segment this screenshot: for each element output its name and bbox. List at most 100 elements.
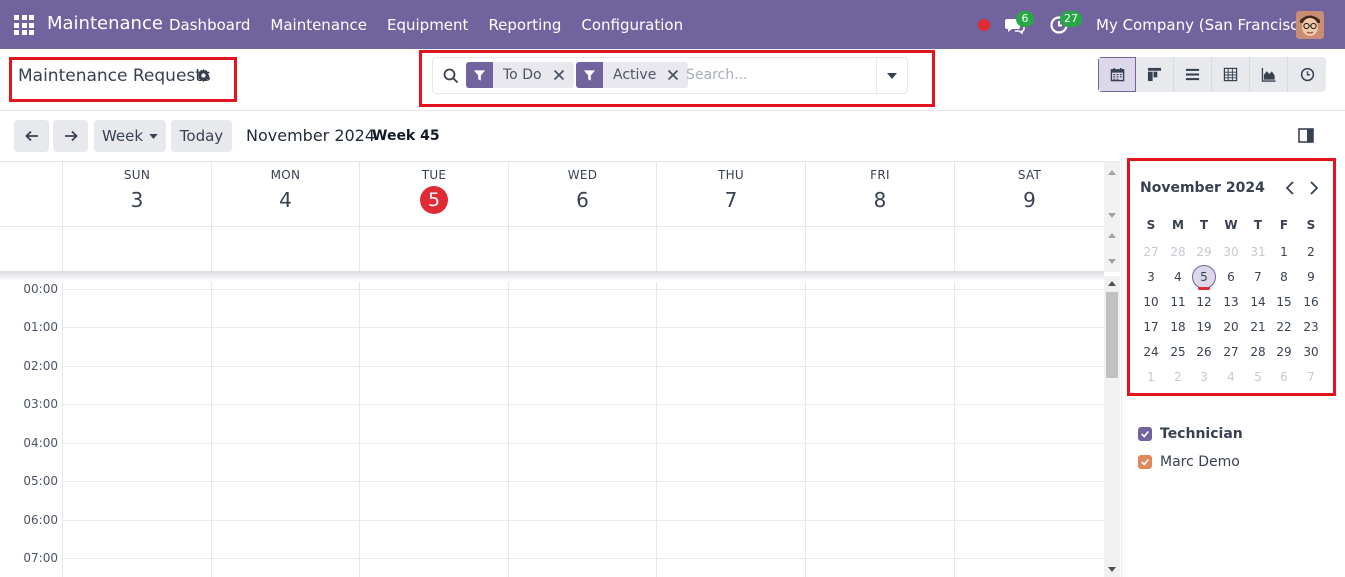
mini-day[interactable]: 1 — [1138, 367, 1164, 387]
mini-day[interactable]: 26 — [1191, 342, 1217, 362]
mini-day[interactable]: 28 — [1245, 342, 1271, 362]
day-header-thu[interactable]: THU 7 — [656, 162, 805, 226]
mini-day[interactable]: 8 — [1271, 267, 1297, 287]
mini-day[interactable]: 3 — [1191, 367, 1217, 387]
all-day-cell[interactable] — [954, 227, 1104, 273]
mini-day[interactable]: 30 — [1218, 242, 1244, 262]
all-day-cell[interactable] — [359, 227, 508, 273]
mini-day[interactable]: 27 — [1218, 342, 1244, 362]
day-header-fri[interactable]: FRI 8 — [805, 162, 954, 226]
chevron-right-icon[interactable] — [1307, 180, 1321, 196]
mini-day[interactable]: 11 — [1165, 292, 1191, 312]
menu-item-maintenance[interactable]: Maintenance — [270, 16, 367, 34]
mini-day[interactable]: 3 — [1138, 267, 1164, 287]
mini-day[interactable]: 10 — [1138, 292, 1164, 312]
mini-day[interactable]: 31 — [1245, 242, 1271, 262]
search-icon[interactable] — [443, 68, 459, 84]
checkbox-checked-icon[interactable] — [1138, 455, 1152, 469]
scroll-up-icon[interactable] — [1107, 231, 1117, 239]
mini-day[interactable]: 17 — [1138, 317, 1164, 337]
search-options-toggle[interactable] — [876, 58, 906, 93]
mini-day[interactable]: 23 — [1298, 317, 1324, 337]
day-header-tue[interactable]: TUE 5 — [359, 162, 508, 226]
mini-day[interactable]: 29 — [1191, 242, 1217, 262]
kanban-view-button[interactable] — [1136, 57, 1174, 92]
mini-day[interactable]: 7 — [1298, 367, 1324, 387]
mini-day[interactable]: 20 — [1218, 317, 1244, 337]
mini-day[interactable]: 18 — [1165, 317, 1191, 337]
mini-day[interactable]: 4 — [1218, 367, 1244, 387]
scroll-up-icon[interactable] — [1107, 279, 1117, 287]
app-brand[interactable]: Maintenance — [47, 13, 163, 34]
previous-button[interactable] — [14, 120, 49, 152]
search-input[interactable] — [686, 62, 871, 88]
apps-grid-icon[interactable] — [14, 15, 34, 35]
day-header-wed[interactable]: WED 6 — [508, 162, 656, 226]
mini-day[interactable]: 28 — [1165, 242, 1191, 262]
day-header-mon[interactable]: MON 4 — [211, 162, 359, 226]
pivot-view-button[interactable] — [1212, 57, 1250, 92]
day-name: THU — [717, 168, 745, 182]
mini-day[interactable]: 4 — [1165, 267, 1191, 287]
mini-day[interactable]: 5 — [1191, 267, 1217, 287]
mini-day[interactable]: 29 — [1271, 342, 1297, 362]
mini-day[interactable]: 16 — [1298, 292, 1324, 312]
scroll-up-icon[interactable] — [1107, 168, 1117, 176]
menu-item-equipment[interactable]: Equipment — [387, 16, 468, 34]
mini-day[interactable]: 25 — [1165, 342, 1191, 362]
mini-day[interactable]: 2 — [1298, 242, 1324, 262]
mini-day[interactable]: 5 — [1245, 367, 1271, 387]
mini-day[interactable]: 30 — [1298, 342, 1324, 362]
mini-day[interactable]: 15 — [1271, 292, 1297, 312]
mini-day[interactable]: 9 — [1298, 267, 1324, 287]
mini-day[interactable]: 27 — [1138, 242, 1164, 262]
side-panel-toggle-icon[interactable] — [1298, 128, 1314, 143]
scrollbar-thumb[interactable] — [1106, 292, 1118, 378]
mini-day[interactable]: 1 — [1271, 242, 1297, 262]
mini-day[interactable]: 7 — [1245, 267, 1271, 287]
area-chart-icon — [1261, 67, 1276, 82]
company-switcher[interactable]: My Company (San Francisco) — [1096, 16, 1313, 34]
time-label: 00:00 — [23, 282, 58, 296]
mini-day[interactable]: 22 — [1271, 317, 1297, 337]
scroll-down-icon[interactable] — [1107, 258, 1117, 266]
mini-weekday: T — [1253, 218, 1263, 232]
all-day-cell[interactable] — [211, 227, 359, 273]
all-day-cell[interactable] — [62, 227, 211, 273]
next-button[interactable] — [53, 120, 88, 152]
day-header-sun[interactable]: SUN 3 — [62, 162, 211, 226]
mini-day[interactable]: 2 — [1165, 367, 1191, 387]
user-avatar[interactable] — [1296, 11, 1324, 39]
scroll-down-icon[interactable] — [1107, 566, 1117, 574]
chevron-left-icon[interactable] — [1283, 180, 1297, 196]
menu-item-reporting[interactable]: Reporting — [488, 16, 561, 34]
close-icon[interactable] — [552, 68, 566, 82]
mini-day[interactable]: 6 — [1218, 267, 1244, 287]
calendar-view-button[interactable] — [1098, 57, 1136, 92]
today-button[interactable]: Today — [171, 120, 232, 152]
menu-item-configuration[interactable]: Configuration — [581, 16, 683, 34]
scale-dropdown[interactable]: Week — [94, 120, 166, 152]
day-header-sat[interactable]: SAT 9 — [954, 162, 1104, 226]
status-dot-icon[interactable] — [978, 19, 990, 31]
close-icon[interactable] — [666, 68, 680, 82]
list-view-button[interactable] — [1174, 57, 1212, 92]
graph-view-button[interactable] — [1250, 57, 1288, 92]
activity-view-button[interactable] — [1288, 57, 1326, 92]
all-day-cell[interactable] — [656, 227, 805, 273]
mini-day[interactable]: 12 — [1191, 292, 1217, 312]
all-day-cell[interactable] — [508, 227, 656, 273]
filter-group-technician[interactable]: Technician — [1138, 426, 1243, 442]
mini-day[interactable]: 14 — [1245, 292, 1271, 312]
filter-item-marc-demo[interactable]: Marc Demo — [1138, 454, 1240, 470]
mini-day[interactable]: 13 — [1218, 292, 1244, 312]
mini-day[interactable]: 24 — [1138, 342, 1164, 362]
menu-item-dashboard[interactable]: Dashboard — [169, 16, 250, 34]
mini-day[interactable]: 19 — [1191, 317, 1217, 337]
gear-icon[interactable] — [196, 68, 211, 83]
scroll-down-icon[interactable] — [1107, 212, 1117, 220]
checkbox-checked-icon[interactable] — [1138, 427, 1152, 441]
mini-day[interactable]: 21 — [1245, 317, 1271, 337]
mini-day[interactable]: 6 — [1271, 367, 1297, 387]
all-day-cell[interactable] — [805, 227, 954, 273]
